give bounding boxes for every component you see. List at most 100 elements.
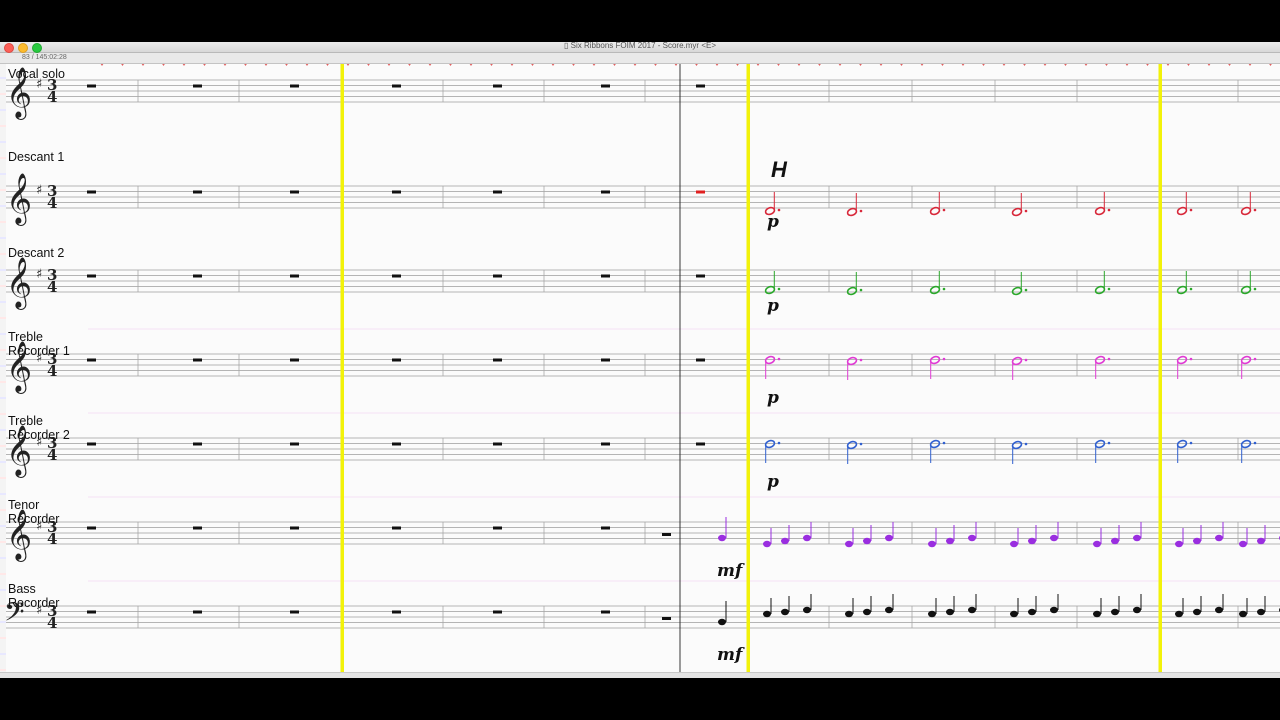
rest xyxy=(601,610,610,614)
rest xyxy=(193,442,202,446)
rest xyxy=(392,274,401,278)
rest xyxy=(392,610,401,614)
playback-marker[interactable] xyxy=(1158,63,1163,672)
quarter-note xyxy=(928,540,936,548)
instrument-label[interactable]: Treble Recorder 2 xyxy=(8,414,88,442)
staff[interactable]: 𝄞 ♯ 34p xyxy=(6,341,1280,408)
time-signature-bottom: 4 xyxy=(47,614,57,632)
augmentation-dot xyxy=(1107,441,1111,445)
staff[interactable]: 𝄞 ♯ 34p xyxy=(6,425,1280,492)
rest xyxy=(392,526,401,530)
augmentation-dot xyxy=(859,209,863,213)
quarter-note xyxy=(1010,610,1018,618)
rest xyxy=(696,274,705,278)
quarter-note xyxy=(1175,540,1183,548)
rest xyxy=(601,358,610,362)
half-note xyxy=(1240,439,1252,449)
staff[interactable]: 𝄢 ♯ 34mf xyxy=(4,594,1280,665)
augmentation-dot xyxy=(1253,441,1257,445)
dynamic-marking: mf xyxy=(717,561,745,581)
instrument-label[interactable]: Descant 1 xyxy=(8,150,128,164)
rest xyxy=(493,358,502,362)
time-signature-bottom: 4 xyxy=(47,362,57,380)
dynamic-marking: p xyxy=(767,212,779,232)
rest xyxy=(392,442,401,446)
quarter-note xyxy=(763,540,771,548)
rest xyxy=(696,190,705,194)
rest xyxy=(290,526,299,530)
quarter-note xyxy=(968,534,976,542)
playback-marker[interactable] xyxy=(340,63,345,672)
rest xyxy=(290,442,299,446)
measure-ruler[interactable]: 83 / 145:02:28 xyxy=(0,53,1280,64)
quarter-note xyxy=(1133,534,1141,542)
augmentation-dot xyxy=(1024,358,1028,362)
rest xyxy=(493,442,502,446)
quarter-note xyxy=(1050,534,1058,542)
quarter-note xyxy=(863,608,871,616)
quarter-note xyxy=(946,537,954,545)
rest xyxy=(493,274,502,278)
rest xyxy=(87,274,96,278)
quarter-note xyxy=(1093,540,1101,548)
time-signature-bottom: 4 xyxy=(47,88,57,106)
dynamic-marking: mf xyxy=(717,645,745,665)
rest xyxy=(87,84,96,88)
rest xyxy=(493,526,502,530)
rest xyxy=(290,358,299,362)
quarter-note xyxy=(781,608,789,616)
augmentation-dot xyxy=(1253,208,1257,212)
quarter-note xyxy=(968,606,976,614)
time-signature-bottom: 4 xyxy=(47,194,57,212)
half-note xyxy=(1240,355,1252,365)
rest xyxy=(193,84,202,88)
half-note xyxy=(1176,439,1188,449)
score-window: 778798081828384858687888990𝄞♯34𝄞♯34p𝄞♯34… xyxy=(0,42,1280,678)
staff[interactable]: 𝄞 ♯ 34p xyxy=(6,173,1280,232)
rest xyxy=(87,610,96,614)
quarter-note xyxy=(1010,540,1018,548)
staff[interactable]: 𝄞 ♯ 34 xyxy=(6,67,1280,120)
rest xyxy=(696,84,705,88)
augmentation-dot xyxy=(859,442,863,446)
instrument-label[interactable]: Vocal solo xyxy=(8,67,128,81)
title-bar: ▯ Six Ribbons FOIM 2017 - Score.myr <E> xyxy=(0,42,1280,53)
treble-clef-icon: 𝄞 xyxy=(6,257,32,310)
quarter-note xyxy=(1133,606,1141,614)
instrument-label[interactable]: Tenor Recorder xyxy=(8,498,88,526)
instrument-label[interactable]: Treble Recorder 1 xyxy=(8,330,88,358)
augmentation-dot xyxy=(1107,287,1111,291)
rest xyxy=(193,526,202,530)
quarter-note xyxy=(803,606,811,614)
augmentation-dot xyxy=(1107,357,1111,361)
staff[interactable]: 𝄞 ♯ 34p xyxy=(6,257,1280,316)
quarter-note xyxy=(845,610,853,618)
quarter-note xyxy=(1215,606,1223,614)
quarter-note xyxy=(718,534,726,542)
quarter-note xyxy=(845,540,853,548)
instrument-label[interactable]: Descant 2 xyxy=(8,246,128,260)
staff[interactable]: 𝄞 ♯ 34mf xyxy=(6,509,1280,581)
status-bar xyxy=(0,672,1280,678)
rest xyxy=(696,358,705,362)
window-title-text: Six Ribbons FOIM 2017 - Score.myr <E> xyxy=(570,42,716,50)
augmentation-dot xyxy=(1189,208,1193,212)
augmentation-dot xyxy=(1024,288,1028,292)
rest xyxy=(290,84,299,88)
treble-clef-icon: 𝄞 xyxy=(6,173,32,226)
time-signature-bottom: 4 xyxy=(47,530,57,548)
quarter-note xyxy=(1239,610,1247,618)
instrument-label[interactable]: Bass Recorder xyxy=(8,582,88,610)
half-note xyxy=(1011,286,1023,296)
quarter-note xyxy=(928,610,936,618)
half-note xyxy=(846,207,858,217)
key-signature-sharp: ♯ xyxy=(36,183,42,198)
augmentation-dot xyxy=(942,287,946,291)
augmentation-dot xyxy=(1253,357,1257,361)
quarter-note xyxy=(885,606,893,614)
playback-marker[interactable] xyxy=(746,63,751,672)
half-note xyxy=(1011,356,1023,366)
augmentation-dot xyxy=(777,357,781,361)
quarter-note xyxy=(1028,608,1036,616)
score-canvas[interactable]: 778798081828384858687888990𝄞♯34𝄞♯34p𝄞♯34… xyxy=(0,42,1280,678)
